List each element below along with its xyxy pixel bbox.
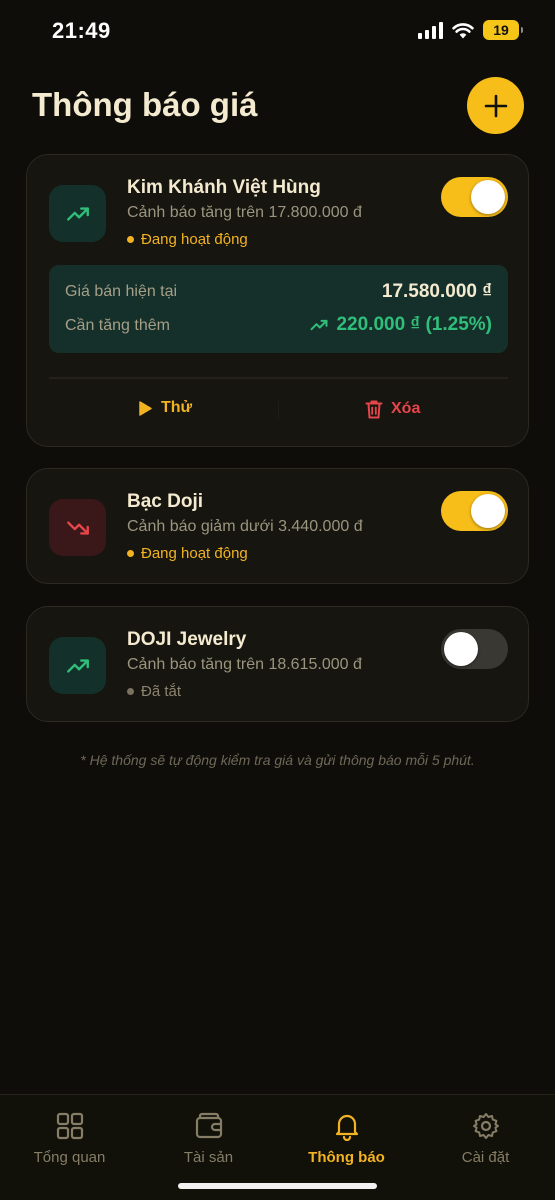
alerts-screen: 21:49 19 Thông báo giá Kim Khánh Việt Hù… bbox=[0, 0, 555, 1200]
alert-toggle[interactable] bbox=[441, 491, 508, 531]
current-price-value: 17.580.000 ₫ bbox=[381, 281, 492, 302]
trend-down-badge bbox=[49, 499, 106, 556]
needed-increase-text: 220.000 ₫ (1.25%) bbox=[336, 314, 492, 335]
action-separator bbox=[278, 401, 279, 419]
alert-description: Cảnh báo tăng trên 18.615.000 đ bbox=[127, 656, 362, 673]
trending-up-icon bbox=[310, 319, 328, 331]
nav-settings[interactable]: Cài đặt bbox=[416, 1111, 555, 1166]
alert-status: Đã tắt bbox=[127, 683, 181, 700]
alert-name: DOJI Jewelry bbox=[127, 629, 247, 650]
status-time: 21:49 bbox=[52, 18, 111, 43]
test-alert-button[interactable]: Thử bbox=[137, 399, 192, 417]
cellular-signal-icon bbox=[418, 21, 443, 39]
status-dot bbox=[127, 550, 134, 557]
needed-increase-label: Cần tăng thêm bbox=[65, 317, 170, 334]
needed-increase-value: 220.000 ₫ (1.25%) bbox=[308, 314, 492, 336]
alert-card-kim-khanh: Kim Khánh Việt Hùng Cảnh báo tăng trên 1… bbox=[26, 154, 529, 447]
alert-status-text: Đã tắt bbox=[141, 683, 182, 700]
nav-label: Cài đặt bbox=[461, 1149, 510, 1166]
battery-level: 19 bbox=[493, 22, 509, 38]
card-divider bbox=[49, 377, 508, 379]
alert-description: Cảnh báo tăng trên 17.800.000 đ bbox=[127, 204, 362, 221]
page-title: Thông báo giá bbox=[32, 86, 258, 123]
status-dot bbox=[127, 688, 134, 695]
status-indicators: 19 bbox=[418, 20, 523, 40]
trend-up-badge bbox=[49, 637, 106, 694]
nav-label: Tổng quan bbox=[33, 1149, 106, 1166]
alert-status-text: Đang hoạt động bbox=[141, 545, 248, 562]
trending-down-icon bbox=[66, 520, 89, 535]
price-details-panel: Giá bán hiện tại 17.580.000 ₫ Cần tăng t… bbox=[49, 265, 508, 353]
footnote: * Hệ thống sẽ tự động kiểm tra giá và gử… bbox=[80, 752, 475, 768]
status-dot bbox=[127, 236, 134, 243]
alert-status-text: Đang hoạt động bbox=[141, 231, 248, 248]
nav-overview[interactable]: Tổng quan bbox=[0, 1111, 139, 1166]
alert-description: Cảnh báo giảm dưới 3.440.000 đ bbox=[127, 518, 363, 535]
nav-assets[interactable]: Tài sản bbox=[139, 1111, 278, 1166]
trash-icon bbox=[365, 400, 383, 419]
alert-card-bac-doji: Bạc Doji Cảnh báo giảm dưới 3.440.000 đ … bbox=[26, 468, 529, 584]
alert-card-doji-jewelry: DOJI Jewelry Cảnh báo tăng trên 18.615.0… bbox=[26, 606, 529, 722]
delete-alert-label: Xóa bbox=[391, 400, 421, 417]
nav-label: Thông báo bbox=[308, 1149, 385, 1166]
delete-alert-button[interactable]: Xóa bbox=[365, 399, 420, 419]
grid-icon bbox=[56, 1112, 83, 1140]
wifi-icon bbox=[452, 22, 474, 38]
alert-toggle[interactable] bbox=[441, 629, 508, 669]
wallet-icon bbox=[195, 1112, 222, 1139]
nav-label: Tài sản bbox=[183, 1149, 234, 1166]
home-indicator bbox=[178, 1183, 377, 1189]
add-alert-button[interactable] bbox=[467, 77, 524, 134]
trend-up-badge bbox=[49, 185, 106, 242]
alert-status: Đang hoạt động bbox=[127, 545, 248, 562]
plus-icon bbox=[484, 94, 507, 117]
battery-icon: 19 bbox=[483, 20, 523, 40]
trending-up-icon bbox=[66, 658, 89, 673]
alert-toggle[interactable] bbox=[441, 177, 508, 217]
play-icon bbox=[139, 400, 152, 416]
status-bar: 21:49 19 bbox=[0, 0, 555, 62]
trending-up-icon bbox=[66, 206, 89, 221]
gear-icon bbox=[472, 1113, 499, 1139]
bell-icon bbox=[335, 1114, 358, 1141]
nav-alerts[interactable]: Thông báo bbox=[277, 1111, 416, 1166]
test-alert-label: Thử bbox=[161, 399, 193, 416]
alert-name: Kim Khánh Việt Hùng bbox=[127, 177, 321, 198]
alert-name: Bạc Doji bbox=[127, 491, 204, 512]
current-price-label: Giá bán hiện tại bbox=[65, 283, 178, 300]
alert-status: Đang hoạt động bbox=[127, 231, 248, 248]
